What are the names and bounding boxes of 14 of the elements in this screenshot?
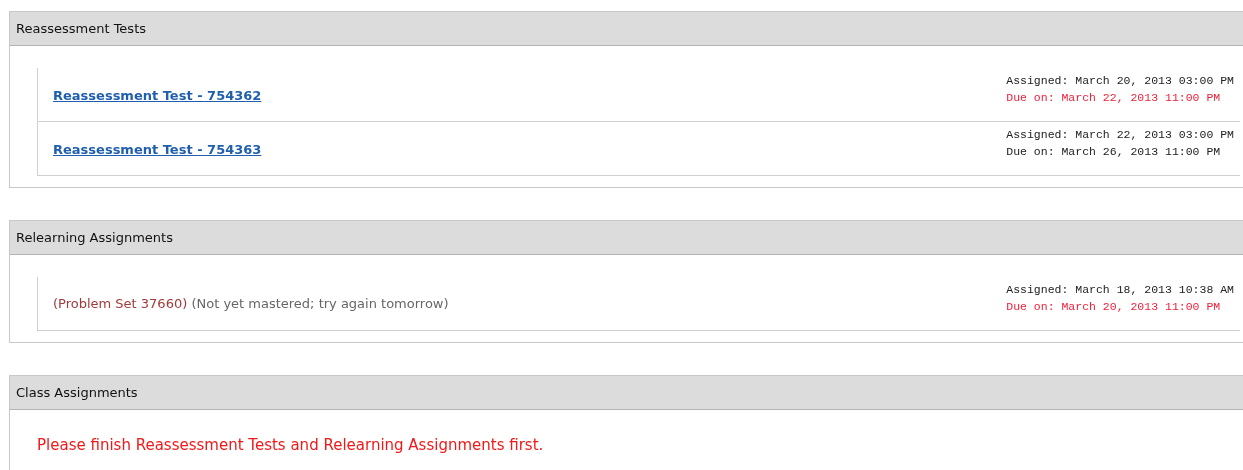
assigned-date: Assigned: March 18, 2013 10:38 AM [1006,281,1234,298]
test-link[interactable]: Reassessment Test - 754363 [53,142,262,157]
assigned-date: Assigned: March 20, 2013 03:00 PM [1006,72,1234,89]
section-header: Relearning Assignments [10,221,1243,255]
problem-set-label: (Problem Set 37660) [53,296,188,311]
section-header: Reassessment Tests [10,12,1243,46]
assigned-date: Assigned: March 22, 2013 03:00 PM [1006,126,1234,143]
status-note: (Not yet mastered; try again tomorrow) [191,296,449,311]
test-link[interactable]: Reassessment Test - 754362 [53,88,262,103]
warning-message: Please finish Reassessment Tests and Relearning Assignments first. [37,436,545,454]
section-header: Class Assignments [10,376,1243,410]
due-date: Due on: March 22, 2013 11:00 PM [1006,89,1222,106]
due-date: Due on: March 26, 2013 11:00 PM [1006,143,1222,160]
due-date: Due on: March 20, 2013 11:00 PM [1006,298,1222,315]
